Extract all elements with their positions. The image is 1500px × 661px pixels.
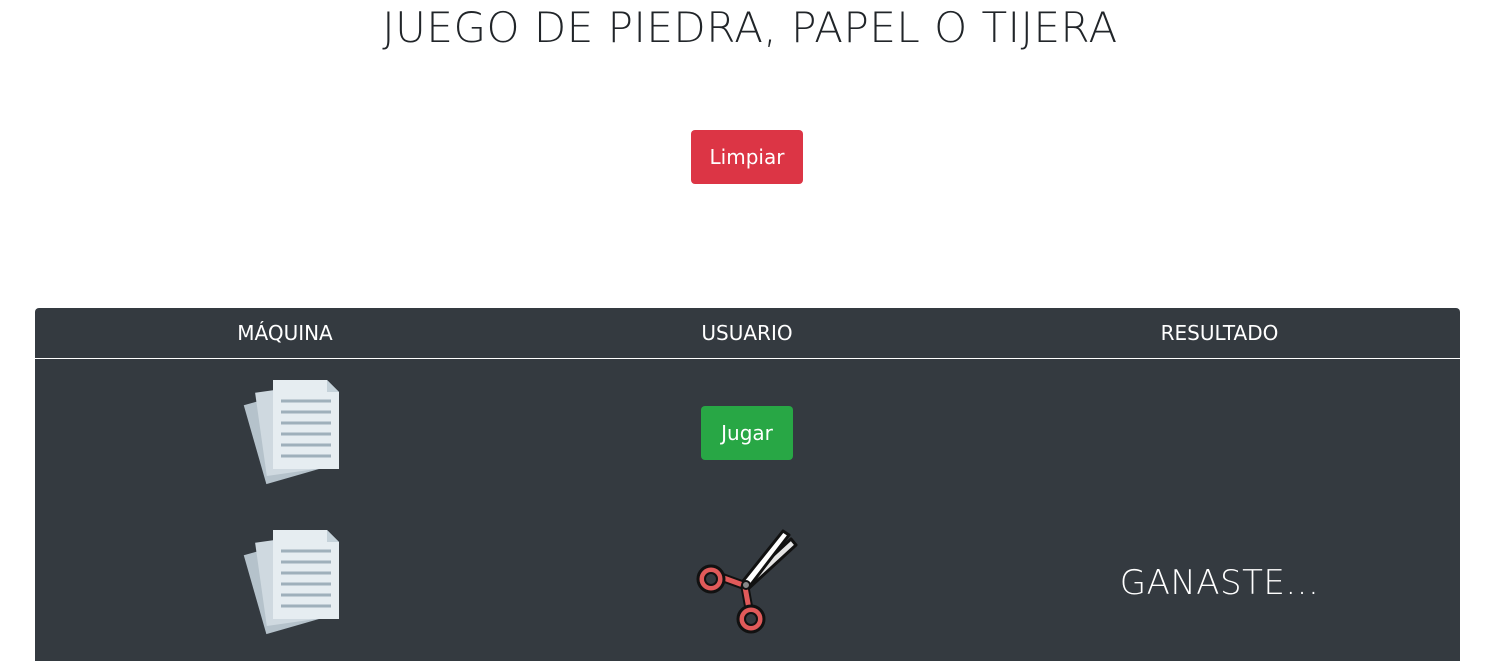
play-button[interactable]: Jugar <box>701 406 793 460</box>
column-header-result: RESULTADO <box>1160 321 1279 345</box>
paper-icon <box>243 380 339 485</box>
machine-choice-cell <box>35 508 535 658</box>
results-table: MÁQUINA USUARIO RESULTADO Jugar GANASTE.… <box>35 308 1460 661</box>
user-choice-cell: Jugar <box>515 358 979 508</box>
page-title: JUEGO DE PIEDRA, PAPEL O TIJERA <box>382 3 1118 52</box>
result-text: GANASTE... <box>1119 563 1320 603</box>
result-cell: GANASTE... <box>979 508 1460 658</box>
column-header-machine: MÁQUINA <box>237 321 333 345</box>
column-header-user: USUARIO <box>701 321 793 345</box>
table-header: MÁQUINA USUARIO RESULTADO <box>35 308 1460 359</box>
scissors-icon <box>696 529 798 634</box>
machine-choice-cell <box>35 358 535 508</box>
clear-button[interactable]: Limpiar <box>691 130 803 184</box>
user-choice-cell <box>515 508 979 658</box>
table-row: Jugar <box>35 358 1460 508</box>
paper-icon <box>243 530 339 635</box>
table-row: GANASTE... <box>35 508 1460 658</box>
result-cell <box>979 358 1460 508</box>
game-page: JUEGO DE PIEDRA, PAPEL O TIJERA Limpiar … <box>0 0 1500 661</box>
